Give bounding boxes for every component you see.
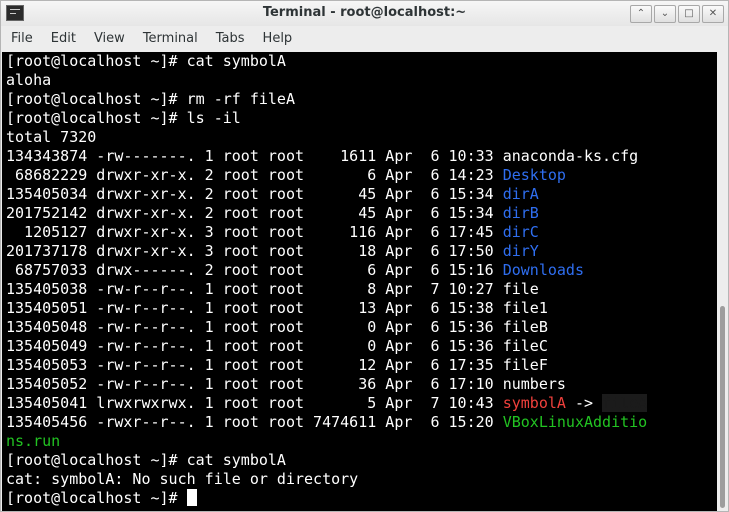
roll-up-icon[interactable]: ⌃ xyxy=(630,5,652,23)
ls-row: 135405049 -rw-r--r--. 1 root root 0 Apr … xyxy=(6,337,548,356)
ls-row: 135405051 -rw-r--r--. 1 root root 13 Apr… xyxy=(6,299,548,318)
ls-row: 201752142 drwxr-xr-x. 2 root root 45 Apr… xyxy=(6,204,539,223)
title-bar[interactable]: Terminal - root@localhost:~ ⌃ ⌄ □ ✕ xyxy=(1,1,728,27)
prompt: [root@localhost ~]# xyxy=(6,90,187,108)
ls-entry-name: file1 xyxy=(502,299,548,317)
ls-row: 135405041 lrwxrwxrwx. 1 root root 5 Apr … xyxy=(6,394,648,413)
command-line: [root@localhost ~]# cat symbolA xyxy=(6,451,286,470)
symlink-arrow: -> xyxy=(565,394,603,412)
ls-row: 135405038 -rw-r--r--. 1 root root 8 Apr … xyxy=(6,280,539,299)
command: rm -rf fileA xyxy=(186,90,295,108)
command: cat symbolA xyxy=(186,52,286,70)
command-line: [root@localhost ~]# xyxy=(6,489,197,508)
ls-row-info: 135405034 drwxr-xr-x. 2 root root 45 Apr… xyxy=(6,185,503,203)
ls-entry-name: anaconda-ks.cfg xyxy=(502,147,639,165)
ls-row: 135405034 drwxr-xr-x. 2 root root 45 Apr… xyxy=(6,185,539,204)
ls-row-info: 68682229 drwxr-xr-x. 2 root root 6 Apr 6… xyxy=(6,166,503,184)
command-line: [root@localhost ~]# ls -il xyxy=(6,109,241,128)
ls-row: 135405053 -rw-r--r--. 1 root root 12 Apr… xyxy=(6,356,548,375)
ls-row-info: 135405049 -rw-r--r--. 1 root root 0 Apr … xyxy=(6,337,503,355)
prompt: [root@localhost ~]# xyxy=(6,489,187,507)
ls-entry-name: Downloads xyxy=(502,261,584,279)
symlink-target: fileA xyxy=(602,394,648,412)
ls-row-info: 135405048 -rw-r--r--. 1 root root 0 Apr … xyxy=(6,318,503,336)
ls-row: 68757033 drwx------. 2 root root 6 Apr 6… xyxy=(6,261,584,280)
ls-row-info: 201752142 drwxr-xr-x. 2 root root 45 Apr… xyxy=(6,204,503,222)
prompt: [root@localhost ~]# xyxy=(6,109,187,127)
ls-entry-name: fileB xyxy=(502,318,548,336)
ls-row-info: 135405053 -rw-r--r--. 1 root root 12 Apr… xyxy=(6,356,503,374)
ls-entry-name: file xyxy=(502,280,539,298)
maximize-icon[interactable]: □ xyxy=(678,5,700,23)
ls-entry-name: symbolA xyxy=(502,394,566,412)
command-line: [root@localhost ~]# rm -rf fileA xyxy=(6,90,295,109)
scrollbar-thumb[interactable] xyxy=(720,306,725,508)
ls-entry-name-wrap: ns.run xyxy=(6,432,61,450)
ls-row: 201737178 drwxr-xr-x. 3 root root 18 Apr… xyxy=(6,242,539,261)
ls-entry-name: dirA xyxy=(502,185,539,203)
output-line: aloha xyxy=(6,71,52,89)
ls-row: 134343874 -rw-------. 1 root root 1611 A… xyxy=(6,147,638,166)
text-cursor xyxy=(186,489,197,506)
ls-row-info: 135405041 lrwxrwxrwx. 1 root root 5 Apr … xyxy=(6,394,503,412)
menu-file[interactable]: File xyxy=(3,26,41,52)
window-controls: ⌃ ⌄ □ ✕ xyxy=(630,5,724,23)
menu-bar: File Edit View Terminal Tabs Help xyxy=(1,26,728,52)
menu-terminal[interactable]: Terminal xyxy=(135,26,206,52)
ls-row-info: 201737178 drwxr-xr-x. 3 root root 18 Apr… xyxy=(6,242,503,260)
error-line: cat: symbolA: No such file or directory xyxy=(6,470,359,488)
prompt: [root@localhost ~]# xyxy=(6,451,187,469)
vertical-scrollbar[interactable] xyxy=(717,52,728,511)
command-line: [root@localhost ~]# cat symbolA xyxy=(6,52,286,71)
ls-entry-name: VBoxLinuxAdditio xyxy=(502,413,648,431)
prompt: [root@localhost ~]# xyxy=(6,52,187,70)
menu-view[interactable]: View xyxy=(86,26,133,52)
command: ls -il xyxy=(186,109,241,127)
ls-row-info: 135405456 -rwxr--r--. 1 root root 747461… xyxy=(6,413,503,431)
minimize-icon[interactable]: ⌄ xyxy=(654,5,676,23)
ls-row: 135405052 -rw-r--r--. 1 root root 36 Apr… xyxy=(6,375,566,394)
command: cat symbolA xyxy=(186,451,286,469)
ls-row: 135405048 -rw-r--r--. 1 root root 0 Apr … xyxy=(6,318,548,337)
ls-entry-name: fileF xyxy=(502,356,548,374)
ls-row-info: 135405038 -rw-r--r--. 1 root root 8 Apr … xyxy=(6,280,503,298)
ls-row-info: 68757033 drwx------. 2 root root 6 Apr 6… xyxy=(6,261,503,279)
ls-row-info: 135405051 -rw-r--r--. 1 root root 13 Apr… xyxy=(6,299,503,317)
ls-row-info: 1205127 drwxr-xr-x. 3 root root 116 Apr … xyxy=(6,223,503,241)
window-title: Terminal - root@localhost:~ xyxy=(262,5,467,20)
ls-entry-name: dirY xyxy=(502,242,539,260)
close-icon[interactable]: ✕ xyxy=(702,5,724,23)
ls-row-info: 134343874 -rw-------. 1 root root 1611 A… xyxy=(6,147,503,165)
ls-entry-name: dirC xyxy=(502,223,539,241)
ls-entry-name: Desktop xyxy=(502,166,566,184)
menu-edit[interactable]: Edit xyxy=(43,26,84,52)
ls-entry-name: dirB xyxy=(502,204,539,222)
terminal-window: Terminal - root@localhost:~ ⌃ ⌄ □ ✕ File… xyxy=(0,0,729,512)
ls-row: 1205127 drwxr-xr-x. 3 root root 116 Apr … xyxy=(6,223,539,242)
menu-tabs[interactable]: Tabs xyxy=(208,26,253,52)
ls-row: 68682229 drwxr-xr-x. 2 root root 6 Apr 6… xyxy=(6,166,566,185)
ls-entry-name: numbers xyxy=(502,375,566,393)
ls-row: 135405456 -rwxr--r--. 1 root root 747461… xyxy=(6,413,647,432)
output-line: total 7320 xyxy=(6,128,97,146)
ls-entry-name: fileC xyxy=(502,337,548,355)
ls-row-info: 135405052 -rw-r--r--. 1 root root 36 Apr… xyxy=(6,375,503,393)
terminal-output[interactable]: [root@localhost ~]# cat symbolA aloha [r… xyxy=(2,52,717,511)
menu-help[interactable]: Help xyxy=(255,26,301,52)
